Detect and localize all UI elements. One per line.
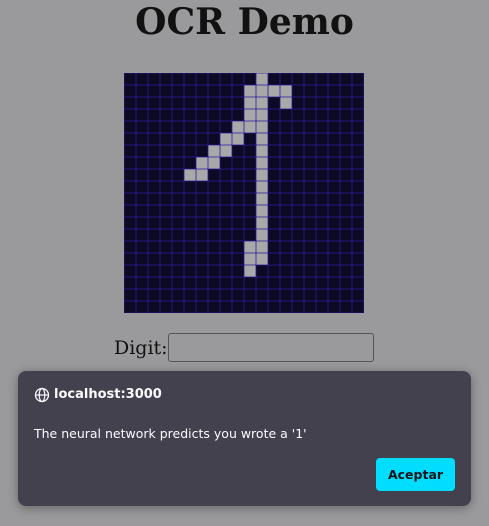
filled-pixel: [256, 73, 268, 85]
filled-pixel: [184, 169, 196, 181]
filled-pixel: [256, 241, 268, 253]
dialog-message: The neural network predicts you wrote a …: [34, 426, 307, 441]
filled-pixel: [256, 85, 268, 97]
filled-pixel: [244, 97, 256, 109]
filled-pixel: [280, 97, 292, 109]
filled-pixel: [244, 241, 256, 253]
filled-pixel: [256, 193, 268, 205]
filled-pixel: [256, 169, 268, 181]
filled-pixel: [232, 133, 244, 145]
filled-pixel: [256, 121, 268, 133]
filled-pixel: [208, 157, 220, 169]
accept-button[interactable]: Aceptar: [376, 458, 455, 491]
filled-pixel: [208, 145, 220, 157]
filled-pixel: [256, 145, 268, 157]
drawing-canvas[interactable]: [124, 73, 364, 313]
filled-pixel: [196, 169, 208, 181]
filled-pixel: [256, 133, 268, 145]
filled-pixel: [220, 145, 232, 157]
filled-pixel: [256, 97, 268, 109]
digit-input[interactable]: [168, 333, 374, 362]
filled-pixel: [232, 121, 244, 133]
filled-pixel: [256, 181, 268, 193]
filled-pixel: [244, 265, 256, 277]
globe-icon: [34, 387, 50, 403]
filled-pixel: [244, 85, 256, 97]
filled-pixel: [220, 133, 232, 145]
filled-pixel: [280, 85, 292, 97]
filled-pixel: [256, 217, 268, 229]
filled-pixel: [244, 253, 256, 265]
filled-pixel: [256, 205, 268, 217]
digit-label: Digit:: [114, 337, 168, 359]
page-title: OCR Demo: [135, 1, 354, 43]
digit-row: Digit:: [0, 333, 489, 363]
filled-pixel: [196, 157, 208, 169]
filled-pixel: [256, 253, 268, 265]
dialog-origin: localhost:3000: [34, 386, 162, 404]
filled-pixel: [268, 85, 280, 97]
filled-pixel: [256, 229, 268, 241]
filled-pixel: [244, 109, 256, 121]
alert-dialog: localhost:3000 The neural network predic…: [18, 371, 471, 506]
filled-pixel: [244, 121, 256, 133]
filled-pixel: [256, 109, 268, 121]
filled-pixel: [256, 157, 268, 169]
dialog-origin-text: localhost:3000: [54, 387, 162, 402]
